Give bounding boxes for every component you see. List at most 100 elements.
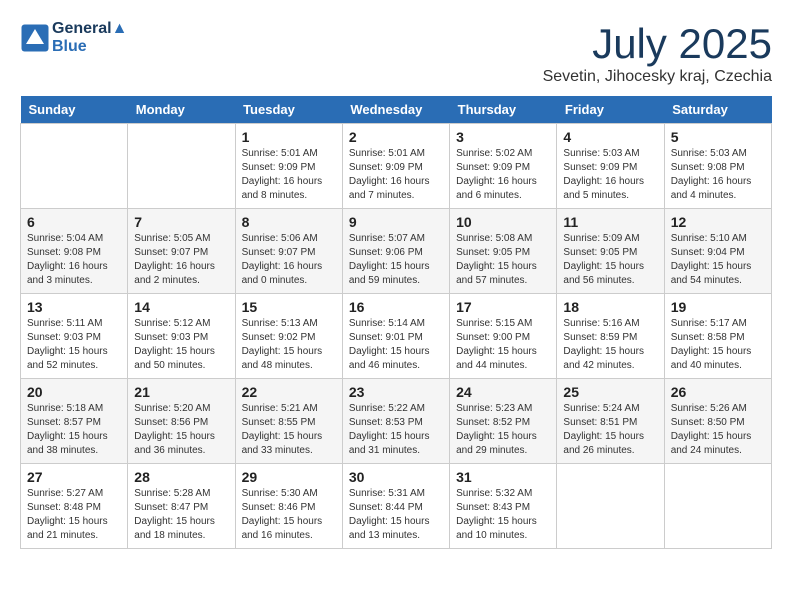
calendar-week-5: 27Sunrise: 5:27 AM Sunset: 8:48 PM Dayli…	[21, 464, 772, 549]
calendar-cell: 27Sunrise: 5:27 AM Sunset: 8:48 PM Dayli…	[21, 464, 128, 549]
day-number: 14	[134, 299, 228, 315]
calendar-cell: 12Sunrise: 5:10 AM Sunset: 9:04 PM Dayli…	[664, 209, 771, 294]
month-title: July 2025	[543, 20, 772, 68]
day-info: Sunrise: 5:09 AM Sunset: 9:05 PM Dayligh…	[563, 232, 657, 288]
day-info: Sunrise: 5:20 AM Sunset: 8:56 PM Dayligh…	[134, 402, 228, 458]
day-info: Sunrise: 5:11 AM Sunset: 9:03 PM Dayligh…	[27, 317, 121, 373]
day-number: 22	[242, 384, 336, 400]
calendar-cell	[664, 464, 771, 549]
calendar-week-1: 1 Sunrise: 5:01 AM Sunset: 9:09 PM Daylig…	[21, 124, 772, 209]
day-number: 30	[349, 469, 443, 485]
day-info: Sunrise: 5:21 AM Sunset: 8:55 PM Dayligh…	[242, 402, 336, 458]
calendar-cell: 5Sunrise: 5:03 AM Sunset: 9:08 PM Daylig…	[664, 124, 771, 209]
calendar-cell: 16 Sunrise: 5:14 AM Sunset: 9:01 PM Dayli…	[342, 294, 449, 379]
day-number: 4	[563, 129, 657, 145]
day-info: Sunrise: 5:31 AM Sunset: 8:44 PM Dayligh…	[349, 487, 443, 543]
day-number: 13	[27, 299, 121, 315]
day-info: Sunrise: 5:05 AM Sunset: 9:07 PM Dayligh…	[134, 232, 228, 288]
calendar-cell: 31 Sunrise: 5:32 AM Sunset: 8:43 PM Dayli…	[450, 464, 557, 549]
day-number: 29	[242, 469, 336, 485]
calendar-cell: 23 Sunrise: 5:22 AM Sunset: 8:53 PM Dayli…	[342, 379, 449, 464]
day-info: Sunrise: 5:02 AM Sunset: 9:09 PM Dayligh…	[456, 147, 550, 203]
weekday-header-sunday: Sunday	[21, 96, 128, 124]
day-info: Sunrise: 5:08 AM Sunset: 9:05 PM Dayligh…	[456, 232, 550, 288]
day-info: Sunrise: 5:26 AM Sunset: 8:50 PM Dayligh…	[671, 402, 765, 458]
day-info: Sunrise: 5:27 AM Sunset: 8:48 PM Dayligh…	[27, 487, 121, 543]
day-number: 5	[671, 129, 765, 145]
day-info: Sunrise: 5:12 AM Sunset: 9:03 PM Dayligh…	[134, 317, 228, 373]
day-number: 2	[349, 129, 443, 145]
day-number: 18	[563, 299, 657, 315]
calendar-cell: 6 Sunrise: 5:04 AM Sunset: 9:08 PM Daylig…	[21, 209, 128, 294]
day-number: 9	[349, 214, 443, 230]
weekday-header-row: SundayMondayTuesdayWednesdayThursdayFrid…	[21, 96, 772, 124]
day-number: 19	[671, 299, 765, 315]
day-number: 23	[349, 384, 443, 400]
day-number: 15	[242, 299, 336, 315]
calendar-cell: 29Sunrise: 5:30 AM Sunset: 8:46 PM Dayli…	[235, 464, 342, 549]
calendar-cell	[128, 124, 235, 209]
day-number: 3	[456, 129, 550, 145]
logo-icon	[20, 23, 50, 53]
calendar-cell: 24 Sunrise: 5:23 AM Sunset: 8:52 PM Dayli…	[450, 379, 557, 464]
calendar-cell: 22 Sunrise: 5:21 AM Sunset: 8:55 PM Dayli…	[235, 379, 342, 464]
day-number: 20	[27, 384, 121, 400]
title-block: July 2025 Sevetin, Jihocesky kraj, Czech…	[543, 20, 772, 86]
day-number: 8	[242, 214, 336, 230]
day-info: Sunrise: 5:23 AM Sunset: 8:52 PM Dayligh…	[456, 402, 550, 458]
day-number: 21	[134, 384, 228, 400]
day-number: 10	[456, 214, 550, 230]
day-info: Sunrise: 5:04 AM Sunset: 9:08 PM Dayligh…	[27, 232, 121, 288]
calendar-cell: 28 Sunrise: 5:28 AM Sunset: 8:47 PM Dayli…	[128, 464, 235, 549]
calendar-week-2: 6 Sunrise: 5:04 AM Sunset: 9:08 PM Daylig…	[21, 209, 772, 294]
day-number: 31	[456, 469, 550, 485]
day-info: Sunrise: 5:13 AM Sunset: 9:02 PM Dayligh…	[242, 317, 336, 373]
calendar-cell: 21 Sunrise: 5:20 AM Sunset: 8:56 PM Dayli…	[128, 379, 235, 464]
day-number: 25	[563, 384, 657, 400]
day-info: Sunrise: 5:10 AM Sunset: 9:04 PM Dayligh…	[671, 232, 765, 288]
calendar-cell: 20 Sunrise: 5:18 AM Sunset: 8:57 PM Dayli…	[21, 379, 128, 464]
weekday-header-thursday: Thursday	[450, 96, 557, 124]
calendar-cell: 15 Sunrise: 5:13 AM Sunset: 9:02 PM Dayli…	[235, 294, 342, 379]
day-number: 11	[563, 214, 657, 230]
day-number: 28	[134, 469, 228, 485]
day-info: Sunrise: 5:14 AM Sunset: 9:01 PM Dayligh…	[349, 317, 443, 373]
calendar-cell: 1 Sunrise: 5:01 AM Sunset: 9:09 PM Daylig…	[235, 124, 342, 209]
weekday-header-saturday: Saturday	[664, 96, 771, 124]
calendar-cell: 3 Sunrise: 5:02 AM Sunset: 9:09 PM Daylig…	[450, 124, 557, 209]
calendar-cell: 19Sunrise: 5:17 AM Sunset: 8:58 PM Dayli…	[664, 294, 771, 379]
day-number: 24	[456, 384, 550, 400]
calendar-cell: 13 Sunrise: 5:11 AM Sunset: 9:03 PM Dayli…	[21, 294, 128, 379]
calendar-week-4: 20 Sunrise: 5:18 AM Sunset: 8:57 PM Dayli…	[21, 379, 772, 464]
logo: General▲ Blue	[20, 20, 127, 56]
day-info: Sunrise: 5:03 AM Sunset: 9:09 PM Dayligh…	[563, 147, 657, 203]
day-info: Sunrise: 5:32 AM Sunset: 8:43 PM Dayligh…	[456, 487, 550, 543]
location-subtitle: Sevetin, Jihocesky kraj, Czechia	[543, 68, 772, 86]
day-info: Sunrise: 5:18 AM Sunset: 8:57 PM Dayligh…	[27, 402, 121, 458]
day-info: Sunrise: 5:28 AM Sunset: 8:47 PM Dayligh…	[134, 487, 228, 543]
day-info: Sunrise: 5:06 AM Sunset: 9:07 PM Dayligh…	[242, 232, 336, 288]
day-number: 26	[671, 384, 765, 400]
day-info: Sunrise: 5:01 AM Sunset: 9:09 PM Dayligh…	[242, 147, 336, 203]
calendar-cell: 18 Sunrise: 5:16 AM Sunset: 8:59 PM Dayli…	[557, 294, 664, 379]
calendar-table: SundayMondayTuesdayWednesdayThursdayFrid…	[20, 96, 772, 549]
day-info: Sunrise: 5:24 AM Sunset: 8:51 PM Dayligh…	[563, 402, 657, 458]
calendar-cell	[21, 124, 128, 209]
day-info: Sunrise: 5:22 AM Sunset: 8:53 PM Dayligh…	[349, 402, 443, 458]
day-info: Sunrise: 5:07 AM Sunset: 9:06 PM Dayligh…	[349, 232, 443, 288]
calendar-cell: 11 Sunrise: 5:09 AM Sunset: 9:05 PM Dayli…	[557, 209, 664, 294]
day-number: 16	[349, 299, 443, 315]
day-number: 6	[27, 214, 121, 230]
day-number: 1	[242, 129, 336, 145]
calendar-cell	[557, 464, 664, 549]
day-info: Sunrise: 5:16 AM Sunset: 8:59 PM Dayligh…	[563, 317, 657, 373]
logo-sub: Blue	[52, 38, 127, 56]
day-info: Sunrise: 5:15 AM Sunset: 9:00 PM Dayligh…	[456, 317, 550, 373]
calendar-cell: 14 Sunrise: 5:12 AM Sunset: 9:03 PM Dayli…	[128, 294, 235, 379]
weekday-header-monday: Monday	[128, 96, 235, 124]
weekday-header-tuesday: Tuesday	[235, 96, 342, 124]
calendar-cell: 9 Sunrise: 5:07 AM Sunset: 9:06 PM Daylig…	[342, 209, 449, 294]
calendar-cell: 8 Sunrise: 5:06 AM Sunset: 9:07 PM Daylig…	[235, 209, 342, 294]
day-number: 7	[134, 214, 228, 230]
calendar-cell: 7 Sunrise: 5:05 AM Sunset: 9:07 PM Daylig…	[128, 209, 235, 294]
